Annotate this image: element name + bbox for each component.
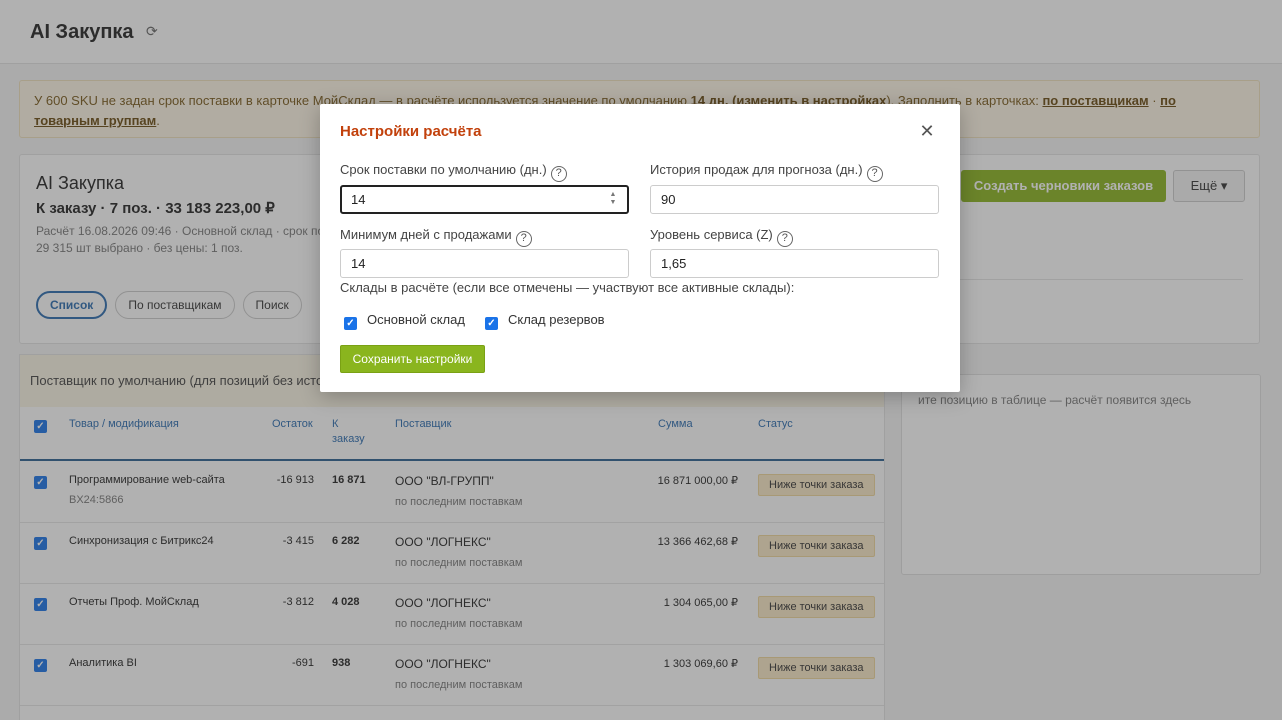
help-icon[interactable]: ? [515,231,532,247]
lead-time-value: 14 [351,192,366,207]
warehouses-label: Склады в расчёте (если все отмечены — уч… [340,280,795,295]
lead-time-input[interactable]: 14 ▲ ▼ [340,185,629,214]
min-days-label: Минимум дней с продажами? [340,227,532,247]
warehouse-reserve[interactable]: ✓ Склад резервов [485,312,605,330]
service-level-input[interactable]: 1,65 [650,249,939,278]
save-settings-button[interactable]: Сохранить настройки [340,345,485,373]
settings-modal: Настройки расчёта ✕ Срок поставки по умо… [320,104,960,392]
help-icon[interactable]: ? [550,166,567,182]
help-icon[interactable]: ? [866,166,883,182]
min-days-input[interactable]: 14 [340,249,629,278]
history-input[interactable]: 90 [650,185,939,214]
warehouse-label: Основной склад [367,312,465,327]
history-label: История продаж для прогноза (дн.)? [650,162,883,182]
history-label-text: История продаж для прогноза (дн.) [650,162,863,177]
min-days-label-text: Минимум дней с продажами [340,227,512,242]
help-icon[interactable]: ? [776,231,793,247]
service-level-label: Уровень сервиса (Z)? [650,227,793,247]
warehouse-main[interactable]: ✓ Основной склад [344,312,465,330]
warehouse-checkbox[interactable]: ✓ [485,317,498,330]
history-value: 90 [661,192,676,207]
service-level-label-text: Уровень сервиса (Z) [650,227,773,242]
close-icon[interactable]: ✕ [919,122,935,140]
lead-time-label: Срок поставки по умолчанию (дн.)? [340,162,567,182]
service-level-value: 1,65 [661,256,687,271]
lead-time-label-text: Срок поставки по умолчанию (дн.) [340,162,547,177]
spinner-icon[interactable]: ▲ ▼ [608,191,618,207]
min-days-value: 14 [351,256,366,271]
warehouse-checkbox[interactable]: ✓ [344,317,357,330]
warehouse-label: Склад резервов [508,312,605,327]
modal-title: Настройки расчёта [340,123,482,140]
